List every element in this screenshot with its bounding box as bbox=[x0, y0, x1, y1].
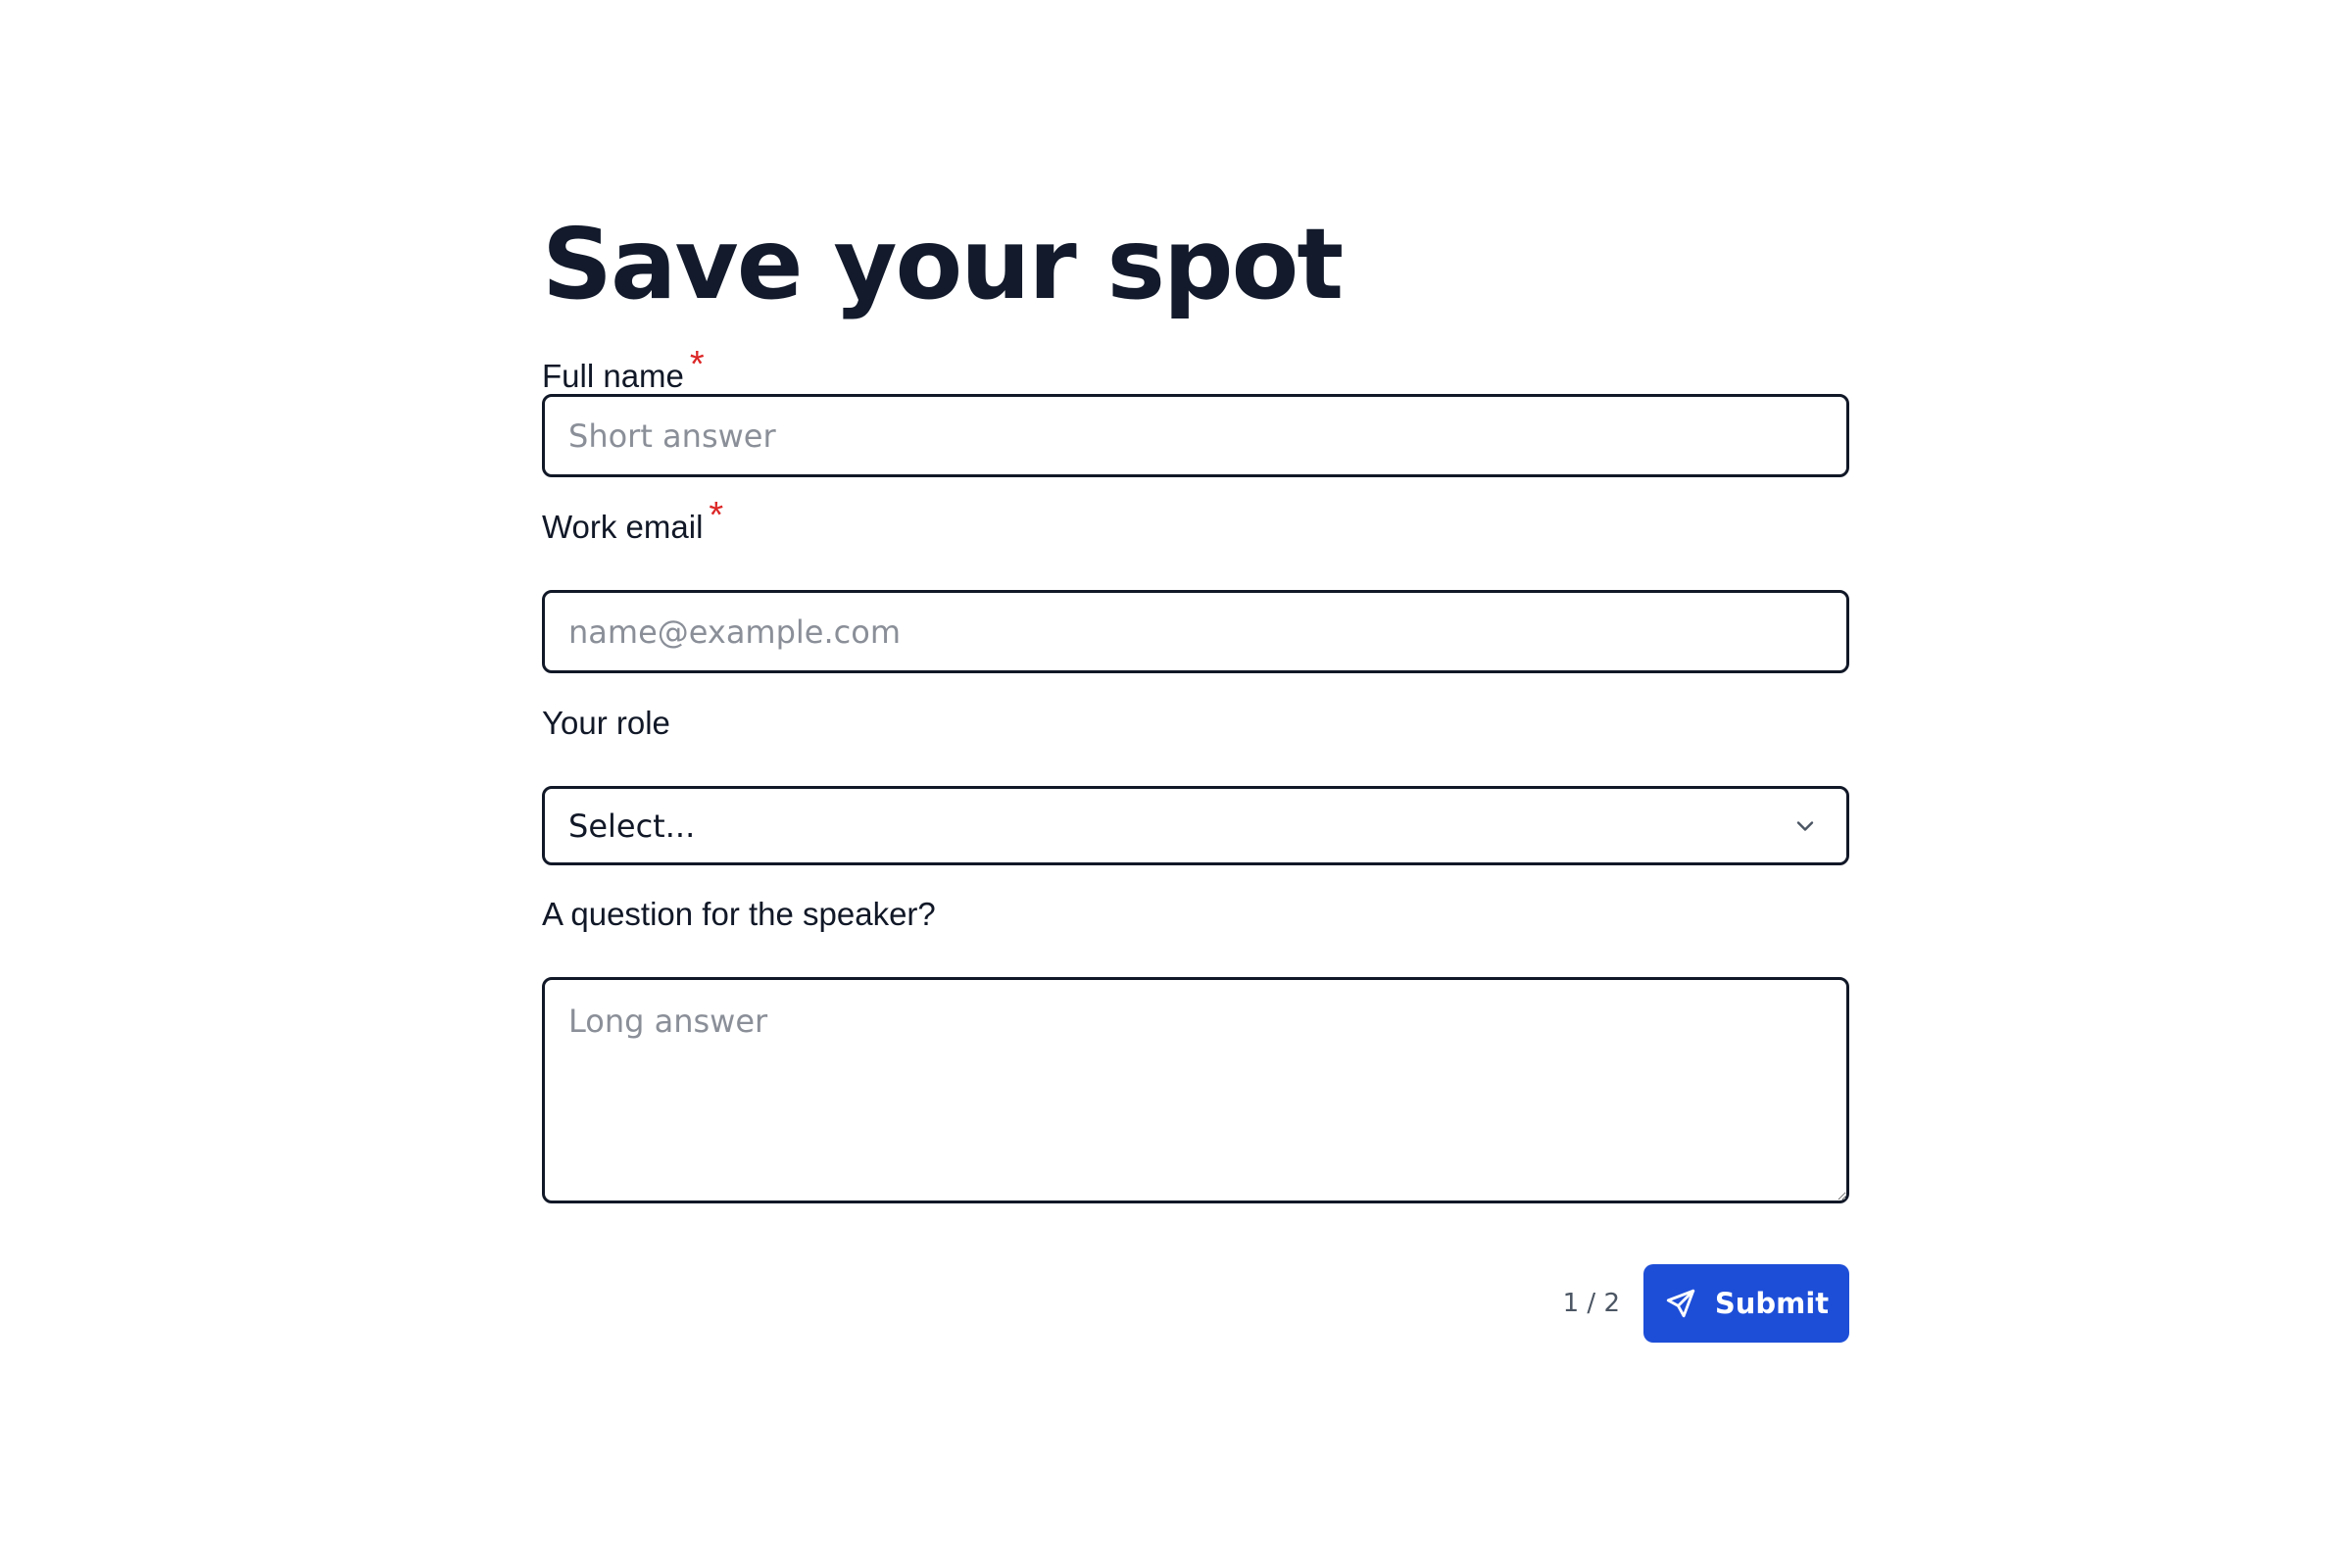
work-email-label: Work email bbox=[542, 509, 704, 545]
page-title: Save your spot bbox=[542, 207, 1344, 321]
question-label-row: A question for the speaker? bbox=[542, 896, 1849, 977]
work-email-label-row: Work email * bbox=[542, 497, 1849, 590]
role-field: Your role Select... bbox=[542, 705, 1849, 865]
full-name-label-row: Full name * bbox=[542, 333, 1849, 394]
role-select[interactable]: Select... bbox=[542, 786, 1849, 865]
full-name-label: Full name bbox=[542, 358, 684, 394]
role-label-row: Your role bbox=[542, 705, 1849, 786]
question-field: A question for the speaker? bbox=[542, 896, 1849, 1203]
role-select-value: Select... bbox=[568, 807, 696, 845]
registration-form: Save your spot Full name * Work email * … bbox=[542, 196, 1849, 1343]
required-asterisk: * bbox=[709, 495, 724, 536]
form-footer: 1 / 2 Submit bbox=[542, 1264, 1849, 1343]
full-name-field: Full name * bbox=[542, 333, 1849, 477]
question-label: A question for the speaker? bbox=[542, 896, 936, 932]
full-name-input[interactable] bbox=[542, 394, 1849, 477]
work-email-input[interactable] bbox=[542, 590, 1849, 673]
submit-button[interactable]: Submit bbox=[1643, 1264, 1849, 1343]
role-label: Your role bbox=[542, 705, 670, 741]
submit-label: Submit bbox=[1714, 1287, 1830, 1320]
send-icon bbox=[1664, 1287, 1697, 1320]
required-asterisk: * bbox=[689, 344, 705, 385]
question-textarea[interactable] bbox=[542, 977, 1849, 1203]
page-counter: 1 / 2 bbox=[1562, 1289, 1620, 1318]
work-email-field: Work email * bbox=[542, 497, 1849, 673]
chevron-down-icon bbox=[1791, 812, 1819, 840]
